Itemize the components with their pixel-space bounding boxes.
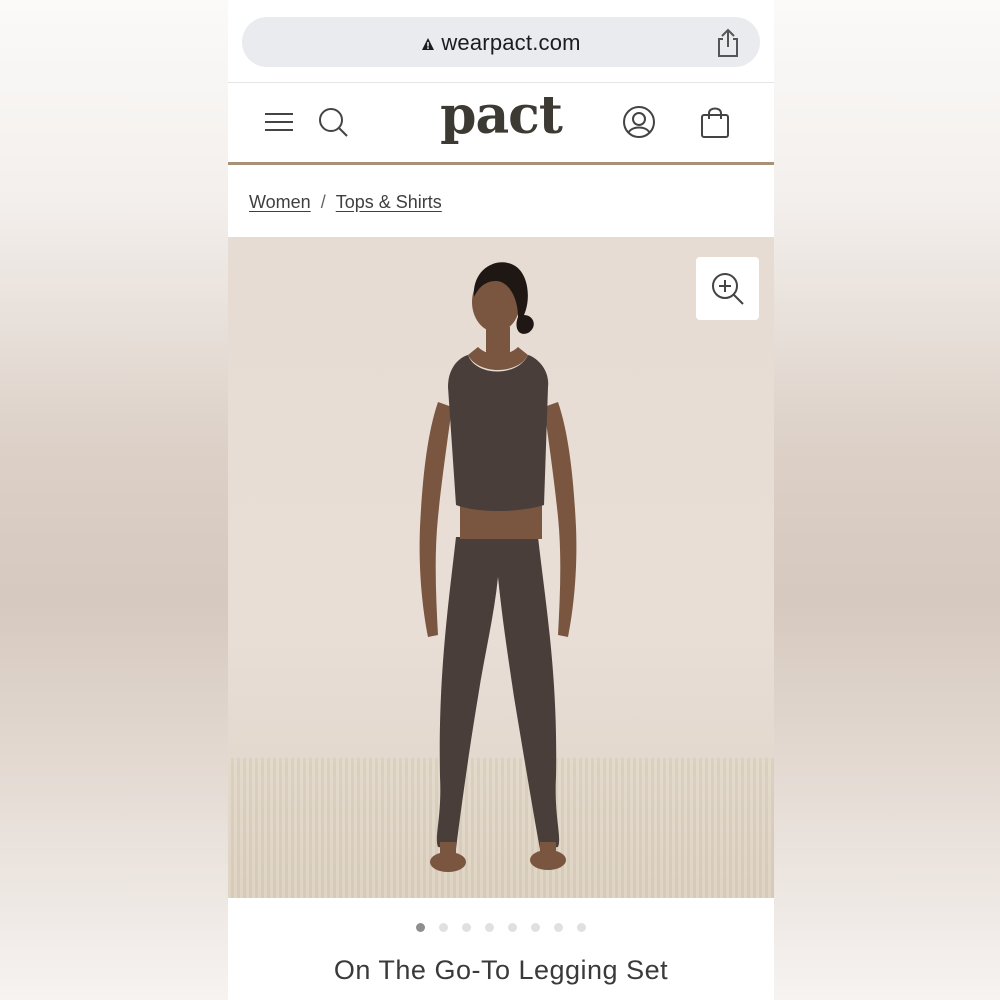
carousel-dot[interactable] xyxy=(531,923,540,932)
phone-viewport: wearpact.com pact Women / Tops & Shirts … xyxy=(228,0,774,1000)
carousel-dots xyxy=(228,919,774,932)
carousel-dot[interactable] xyxy=(416,923,425,932)
search-icon[interactable] xyxy=(316,105,350,139)
browser-toolbar: wearpact.com xyxy=(228,0,774,83)
site-header: pact xyxy=(228,83,774,165)
url-text: wearpact.com xyxy=(441,30,581,55)
share-icon[interactable] xyxy=(714,28,742,58)
lock-icon xyxy=(422,38,435,50)
breadcrumb-separator: / xyxy=(320,192,326,212)
carousel-dot[interactable] xyxy=(485,923,494,932)
menu-icon[interactable] xyxy=(262,105,296,139)
address-bar[interactable]: wearpact.com xyxy=(242,17,760,67)
carousel-dot[interactable] xyxy=(554,923,563,932)
product-title: On The Go-To Legging Set xyxy=(333,955,669,985)
breadcrumb: Women / Tops & Shirts xyxy=(249,192,442,213)
shopping-bag-icon[interactable] xyxy=(698,105,732,139)
product-image[interactable] xyxy=(228,237,774,898)
site-logo[interactable]: pact xyxy=(428,85,574,146)
carousel-dot[interactable] xyxy=(462,923,471,932)
url-display[interactable]: wearpact.com xyxy=(242,30,760,56)
breadcrumb-link-women[interactable]: Women xyxy=(249,192,311,212)
account-icon[interactable] xyxy=(622,105,656,139)
zoom-in-icon xyxy=(712,273,744,305)
carousel-dot[interactable] xyxy=(439,923,448,932)
breadcrumb-link-tops-shirts[interactable]: Tops & Shirts xyxy=(336,192,442,212)
model-photo xyxy=(419,262,577,872)
carousel-dot[interactable] xyxy=(577,923,586,932)
zoom-button[interactable] xyxy=(696,257,759,320)
carousel-dot[interactable] xyxy=(508,923,517,932)
